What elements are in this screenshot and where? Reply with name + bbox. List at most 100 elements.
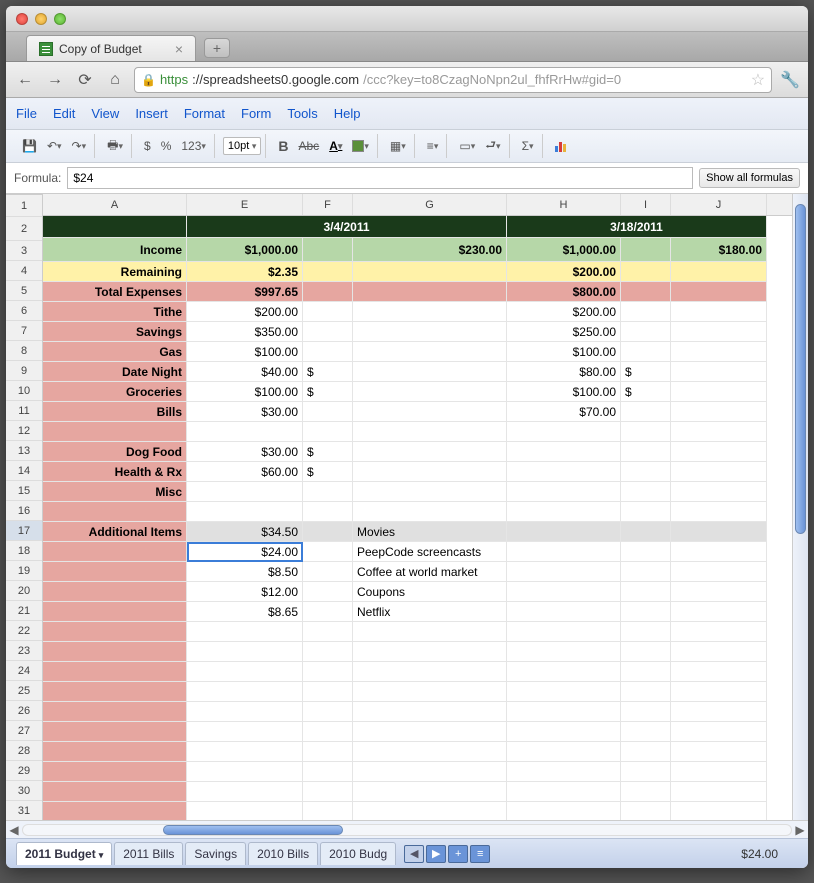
cell[interactable]	[353, 482, 507, 502]
cell[interactable]: Health & Rx	[43, 462, 187, 482]
cell[interactable]	[353, 262, 507, 282]
menu-help[interactable]: Help	[334, 106, 361, 121]
scrollbar-thumb[interactable]	[795, 204, 806, 534]
cell[interactable]	[43, 722, 187, 742]
col-header[interactable]: I	[621, 194, 671, 215]
cell[interactable]: $200.00	[507, 302, 621, 322]
row-header[interactable]: 13	[6, 441, 42, 461]
cell[interactable]	[303, 402, 353, 422]
cell[interactable]: $230.00	[353, 238, 507, 262]
cell[interactable]	[621, 702, 671, 722]
cell[interactable]	[303, 302, 353, 322]
row-header[interactable]: 16	[6, 501, 42, 521]
cell[interactable]	[507, 422, 621, 442]
row-header[interactable]: 23	[6, 641, 42, 661]
strikethrough-button[interactable]: Abc	[295, 137, 324, 155]
cell[interactable]	[187, 642, 303, 662]
row-header[interactable]: 22	[6, 621, 42, 641]
cell[interactable]	[187, 422, 303, 442]
cell[interactable]	[187, 742, 303, 762]
cell[interactable]	[303, 562, 353, 582]
scroll-right-icon[interactable]: ▶	[792, 823, 808, 837]
col-header[interactable]: J	[671, 194, 767, 215]
functions-button[interactable]: Σ	[518, 137, 538, 155]
cell[interactable]	[621, 262, 671, 282]
cell[interactable]	[43, 802, 187, 820]
cell[interactable]	[621, 622, 671, 642]
cell[interactable]: Groceries	[43, 382, 187, 402]
cell[interactable]	[303, 642, 353, 662]
cell[interactable]	[671, 322, 767, 342]
row-header[interactable]: 28	[6, 741, 42, 761]
col-header[interactable]: G	[353, 194, 507, 215]
cell[interactable]	[43, 762, 187, 782]
cell[interactable]	[303, 782, 353, 802]
cell[interactable]	[43, 642, 187, 662]
row-header[interactable]: 3	[6, 241, 42, 261]
cell[interactable]	[621, 502, 671, 522]
cell[interactable]	[507, 682, 621, 702]
cell[interactable]	[303, 422, 353, 442]
cell[interactable]: $	[303, 442, 353, 462]
row-header[interactable]: 9	[6, 361, 42, 381]
cell[interactable]	[353, 502, 507, 522]
cell[interactable]	[303, 602, 353, 622]
cell[interactable]	[621, 562, 671, 582]
cell[interactable]	[507, 522, 621, 542]
cell[interactable]	[621, 282, 671, 302]
cell[interactable]	[671, 682, 767, 702]
cell[interactable]: $30.00	[187, 442, 303, 462]
cell[interactable]	[303, 502, 353, 522]
minimize-window-icon[interactable]	[35, 13, 47, 25]
cell[interactable]	[187, 702, 303, 722]
cell[interactable]	[353, 342, 507, 362]
cell[interactable]: Date Night	[43, 362, 187, 382]
menu-form[interactable]: Form	[241, 106, 271, 121]
cell[interactable]	[43, 702, 187, 722]
cell[interactable]	[671, 722, 767, 742]
cell[interactable]	[621, 762, 671, 782]
cell[interactable]: Additional Items	[43, 522, 187, 542]
vertical-scrollbar[interactable]	[792, 194, 808, 820]
cell[interactable]	[303, 262, 353, 282]
cell[interactable]: $100.00	[187, 382, 303, 402]
menu-file[interactable]: File	[16, 106, 37, 121]
cell[interactable]	[671, 482, 767, 502]
cell[interactable]	[507, 642, 621, 662]
cell[interactable]	[303, 762, 353, 782]
cell[interactable]	[187, 622, 303, 642]
new-tab-button[interactable]: +	[204, 38, 230, 58]
row-header[interactable]: 26	[6, 701, 42, 721]
cell[interactable]	[353, 662, 507, 682]
browser-tab[interactable]: Copy of Budget ×	[26, 35, 196, 61]
cell[interactable]	[353, 702, 507, 722]
maximize-window-icon[interactable]	[54, 13, 66, 25]
cell[interactable]	[671, 362, 767, 382]
cell[interactable]	[43, 216, 187, 238]
cell[interactable]: $	[621, 362, 671, 382]
cell[interactable]	[621, 302, 671, 322]
cell[interactable]	[43, 562, 187, 582]
format-percent[interactable]: %	[157, 137, 176, 155]
row-header[interactable]: 15	[6, 481, 42, 501]
font-size-select[interactable]: 10pt	[223, 137, 261, 155]
cell[interactable]: $180.00	[671, 238, 767, 262]
scroll-track[interactable]	[22, 824, 792, 836]
sheet-tab[interactable]: 2010 Bills	[248, 842, 318, 865]
cell[interactable]: $2.35	[187, 262, 303, 282]
active-cell[interactable]: $24.00	[187, 542, 303, 562]
cell[interactable]: PeepCode screencasts	[353, 542, 507, 562]
cell[interactable]	[621, 422, 671, 442]
cell[interactable]	[621, 462, 671, 482]
scrollbar-thumb[interactable]	[163, 825, 343, 835]
cell[interactable]	[187, 482, 303, 502]
cell[interactable]	[621, 802, 671, 820]
cell[interactable]	[303, 802, 353, 820]
cell[interactable]	[43, 782, 187, 802]
cell[interactable]	[303, 542, 353, 562]
row-header[interactable]: 18	[6, 541, 42, 561]
all-sheets-icon[interactable]: ≡	[470, 845, 490, 863]
cell[interactable]	[187, 802, 303, 820]
col-header[interactable]: A	[43, 194, 187, 215]
cell[interactable]: $34.50	[187, 522, 303, 542]
